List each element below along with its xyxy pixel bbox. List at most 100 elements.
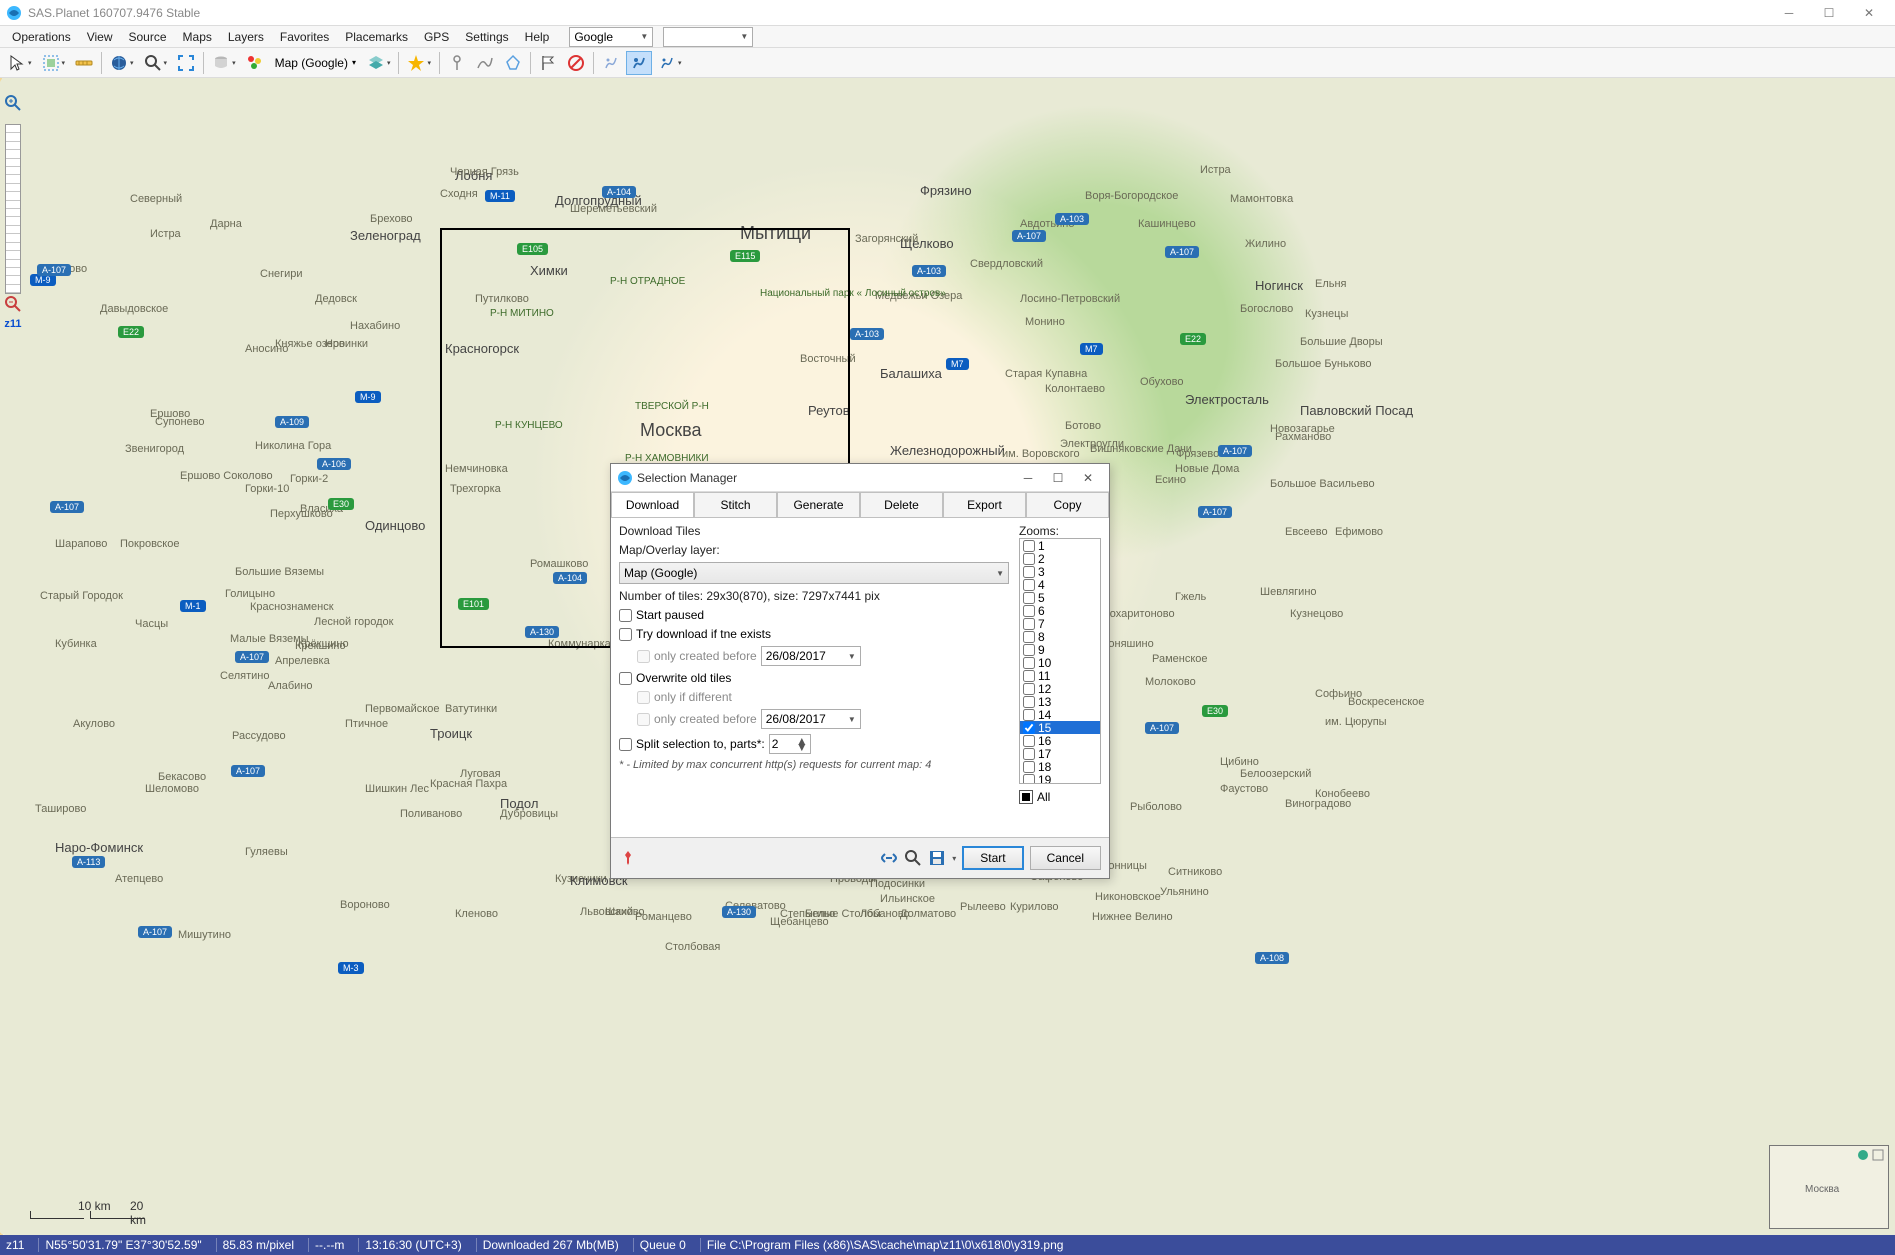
tab-generate[interactable]: Generate [777, 492, 860, 517]
chk-split[interactable] [619, 738, 632, 751]
zoom-checkbox-10[interactable] [1023, 657, 1035, 669]
zoom-item[interactable]: 12 [1020, 682, 1100, 695]
zoom-item[interactable]: 9 [1020, 643, 1100, 656]
layers-button[interactable]: ▾ [363, 51, 395, 75]
zoom-item[interactable]: 2 [1020, 552, 1100, 565]
zoom-out-icon[interactable] [4, 295, 22, 313]
zoom-item[interactable]: 15 [1020, 721, 1100, 734]
zoom-checkbox-19[interactable] [1023, 774, 1035, 785]
zoom-item[interactable]: 13 [1020, 695, 1100, 708]
gps-follow-button[interactable] [626, 51, 652, 75]
zoom-checkbox-1[interactable] [1023, 540, 1035, 552]
zoom-checkbox-11[interactable] [1023, 670, 1035, 682]
zoom-checkbox-9[interactable] [1023, 644, 1035, 656]
chk-start-paused[interactable] [619, 609, 632, 622]
chk-all-zooms[interactable] [1019, 790, 1033, 804]
menu-maps[interactable]: Maps [177, 28, 218, 46]
zoom-item[interactable]: 17 [1020, 747, 1100, 760]
overlay-combo[interactable]: Map (Google)▼ [619, 562, 1009, 584]
dialog-maximize-button[interactable]: ☐ [1043, 467, 1073, 489]
favorites-button[interactable]: ▾ [403, 51, 435, 75]
menu-view[interactable]: View [81, 28, 119, 46]
tab-download[interactable]: Download [611, 492, 694, 517]
date-1[interactable]: 26/08/2017▼ [761, 646, 861, 666]
chk-try-download[interactable] [619, 628, 632, 641]
flag-button[interactable] [535, 51, 561, 75]
path-tool-button[interactable] [472, 51, 498, 75]
map-selector[interactable]: Map (Google)▾ [270, 52, 361, 74]
zoom-checkbox-18[interactable] [1023, 761, 1035, 773]
cache-button[interactable]: ▾ [208, 51, 240, 75]
zoom-item[interactable]: 16 [1020, 734, 1100, 747]
menu-placemarks[interactable]: Placemarks [339, 28, 414, 46]
zooms-list[interactable]: 12345678910111213141516171819202122 [1019, 538, 1101, 784]
globe-button[interactable]: ▾ [106, 51, 138, 75]
zoom-checkbox-16[interactable] [1023, 735, 1035, 747]
zoom-checkbox-5[interactable] [1023, 592, 1035, 604]
start-button[interactable]: Start [962, 846, 1023, 870]
split-parts-spinner[interactable]: 2▲▼ [769, 734, 811, 754]
tab-delete[interactable]: Delete [860, 492, 943, 517]
dialog-titlebar[interactable]: Selection Manager ─ ☐ ✕ [611, 464, 1109, 492]
tab-stitch[interactable]: Stitch [694, 492, 777, 517]
window-minimize-button[interactable]: ─ [1769, 1, 1809, 25]
zoom-selection-icon[interactable] [904, 849, 922, 867]
menu-gps[interactable]: GPS [418, 28, 455, 46]
zoom-checkbox-7[interactable] [1023, 618, 1035, 630]
zoom-tool-button[interactable]: ▾ [140, 51, 172, 75]
source-combo[interactable]: Google▼ [569, 27, 653, 47]
zoom-item[interactable]: 3 [1020, 565, 1100, 578]
tab-export[interactable]: Export [943, 492, 1026, 517]
zoom-item[interactable]: 14 [1020, 708, 1100, 721]
zoom-checkbox-4[interactable] [1023, 579, 1035, 591]
window-maximize-button[interactable]: ☐ [1809, 1, 1849, 25]
zoom-item[interactable]: 11 [1020, 669, 1100, 682]
zoom-in-icon[interactable] [4, 94, 22, 112]
cancel-button[interactable]: Cancel [1030, 846, 1101, 870]
point-tool-button[interactable] [444, 51, 470, 75]
menu-settings[interactable]: Settings [459, 28, 514, 46]
window-close-button[interactable]: ✕ [1849, 1, 1889, 25]
menu-operations[interactable]: Operations [6, 28, 77, 46]
tab-copy[interactable]: Copy [1026, 492, 1109, 517]
selection-tool-button[interactable]: ▾ [38, 51, 70, 75]
zoom-item[interactable]: 1 [1020, 539, 1100, 552]
zoom-checkbox-6[interactable] [1023, 605, 1035, 617]
zoom-item[interactable]: 18 [1020, 760, 1100, 773]
zoom-checkbox-13[interactable] [1023, 696, 1035, 708]
zoom-checkbox-12[interactable] [1023, 683, 1035, 695]
pin-icon[interactable] [619, 849, 637, 867]
polygon-tool-button[interactable] [500, 51, 526, 75]
zoom-ruler[interactable] [5, 124, 21, 294]
gps-off-button[interactable] [598, 51, 624, 75]
zoom-item[interactable]: 8 [1020, 630, 1100, 643]
dialog-minimize-button[interactable]: ─ [1013, 467, 1043, 489]
zoom-item[interactable]: 6 [1020, 604, 1100, 617]
menu-source[interactable]: Source [123, 28, 173, 46]
menu-layers[interactable]: Layers [222, 28, 270, 46]
measure-tool-button[interactable] [71, 51, 97, 75]
zoom-item[interactable]: 19 [1020, 773, 1100, 784]
zoom-item[interactable]: 7 [1020, 617, 1100, 630]
gps-track-button[interactable]: ▾ [654, 51, 686, 75]
zoom-checkbox-2[interactable] [1023, 553, 1035, 565]
placemarks-button[interactable] [242, 51, 268, 75]
zoom-item[interactable]: 4 [1020, 578, 1100, 591]
no-entry-button[interactable] [563, 51, 589, 75]
save-icon[interactable] [928, 849, 946, 867]
zoom-checkbox-8[interactable] [1023, 631, 1035, 643]
menu-favorites[interactable]: Favorites [274, 28, 335, 46]
menu-help[interactable]: Help [519, 28, 556, 46]
zoom-checkbox-14[interactable] [1023, 709, 1035, 721]
date-2[interactable]: 26/08/2017▼ [761, 709, 861, 729]
zoom-checkbox-3[interactable] [1023, 566, 1035, 578]
zoom-checkbox-17[interactable] [1023, 748, 1035, 760]
cursor-tool-button[interactable]: ▾ [4, 51, 36, 75]
zoom-item[interactable]: 10 [1020, 656, 1100, 669]
zoom-checkbox-15[interactable] [1023, 722, 1035, 734]
minimap[interactable]: Москва [1769, 1145, 1889, 1229]
fullscreen-button[interactable] [173, 51, 199, 75]
search-combo[interactable]: ▼ [663, 27, 753, 47]
link-icon[interactable] [880, 849, 898, 867]
zoom-item[interactable]: 5 [1020, 591, 1100, 604]
